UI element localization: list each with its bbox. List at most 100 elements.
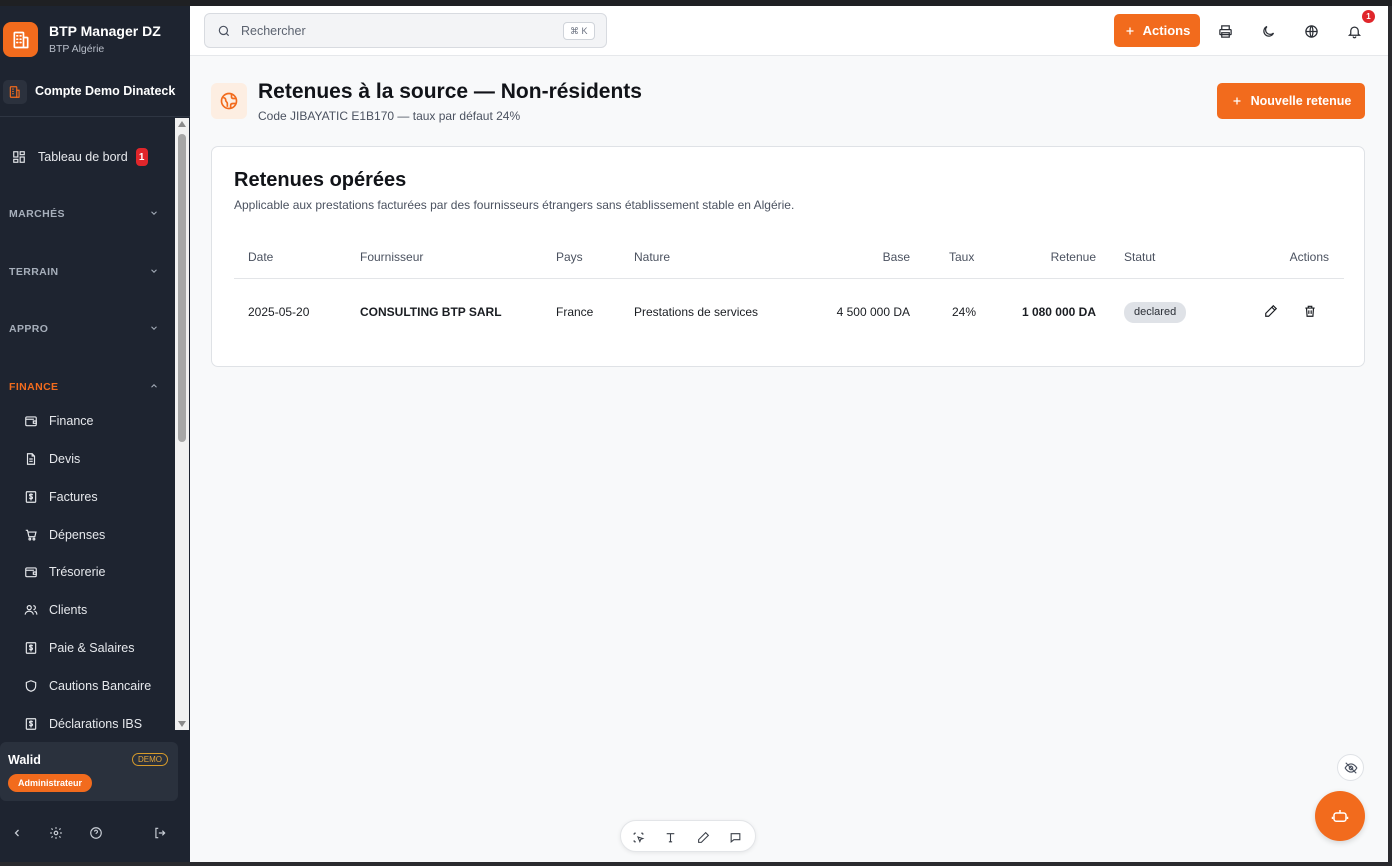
sidebar-scrollbar[interactable] — [175, 118, 189, 730]
cell-withholding: 1 080 000 DA — [1021, 305, 1096, 319]
company-name: Compte Demo Dinateck — [35, 84, 176, 98]
card-title: Retenues opérées — [234, 169, 407, 191]
bell-icon — [1347, 26, 1361, 38]
scroll-up-arrow-icon[interactable] — [178, 121, 186, 127]
column-header-date[interactable]: Date — [248, 250, 273, 264]
column-header-country[interactable]: Pays — [556, 250, 583, 264]
language-button[interactable] — [1301, 21, 1321, 41]
section-marches[interactable]: MARCHÉS — [9, 204, 159, 224]
brand-title: BTP Manager DZ — [49, 23, 161, 39]
column-header-status[interactable]: Statut — [1124, 250, 1155, 264]
chevron-down-icon — [149, 266, 159, 279]
search-input[interactable] — [241, 21, 541, 41]
actions-button[interactable]: Actions — [1114, 14, 1200, 47]
user-card[interactable]: Walid DEMO Administrateur — [0, 742, 178, 801]
notifications-button[interactable] — [1344, 21, 1364, 41]
sidebar-item-clients[interactable]: Clients — [23, 594, 175, 626]
sidebar-item-label: Paie & Salaires — [49, 641, 135, 655]
sidebar-item-label: Tableau de bord — [38, 150, 128, 164]
sidebar-item-factures[interactable]: Factures — [23, 481, 175, 513]
shortcut-hint: ⌘ K — [563, 22, 595, 40]
sidebar-item-dashboard[interactable]: Tableau de bord 1 — [11, 141, 175, 173]
delete-row-button[interactable] — [1301, 302, 1319, 320]
logout-button[interactable] — [151, 824, 169, 842]
assistant-bot-button[interactable] — [1315, 791, 1365, 841]
brand[interactable]: BTP Manager DZ BTP Algérie — [0, 16, 190, 66]
invoice-dollar-icon — [23, 640, 39, 656]
cart-icon — [23, 527, 39, 543]
cell-nature: Prestations de services — [634, 305, 759, 319]
brand-subtitle: BTP Algérie — [49, 43, 105, 55]
sidebar-item-label: Factures — [49, 490, 98, 504]
logout-icon — [155, 827, 166, 839]
column-header-rate[interactable]: Taux — [949, 250, 974, 264]
search-box[interactable]: ⌘ K — [204, 13, 607, 48]
sidebar-item-label: Dépenses — [49, 528, 106, 542]
scroll-down-arrow-icon[interactable] — [178, 721, 186, 727]
table-header-divider — [234, 278, 1344, 279]
page-title: Retenues à la source — Non-résidents — [258, 80, 642, 103]
section-appro[interactable]: APPRO — [9, 319, 159, 339]
globe-withholding-icon — [211, 83, 247, 119]
hide-overlay-button[interactable] — [1337, 754, 1364, 781]
sidebar-footer — [0, 818, 190, 848]
cell-rate: 24% — [952, 305, 977, 319]
draw-tool-button[interactable] — [695, 829, 711, 845]
settings-button[interactable] — [47, 824, 65, 842]
cell-date: 2025-05-20 — [248, 305, 310, 319]
moon-icon — [1262, 25, 1274, 37]
demo-badge: DEMO — [132, 753, 168, 766]
section-label: MARCHÉS — [9, 208, 65, 220]
new-withholding-button[interactable]: Nouvelle retenue — [1217, 83, 1365, 119]
user-name: Walid — [8, 753, 41, 767]
plus-icon — [1233, 97, 1241, 105]
section-finance[interactable]: FINANCE — [9, 377, 159, 397]
plus-icon — [1126, 27, 1134, 34]
sidebar-item-devis[interactable]: Devis — [23, 443, 175, 475]
dashboard-grid-icon — [11, 149, 27, 165]
column-header-base[interactable]: Base — [883, 250, 910, 264]
gear-icon — [50, 827, 62, 839]
column-header-nature[interactable]: Nature — [634, 250, 670, 264]
invoice-dollar-icon — [23, 716, 39, 730]
invoice-dollar-icon — [23, 489, 39, 505]
chevron-left-icon — [14, 829, 19, 837]
section-terrain[interactable]: TERRAIN — [9, 262, 159, 282]
print-button[interactable] — [1215, 21, 1235, 41]
building-logo-icon — [3, 22, 38, 57]
sidebar-item-depenses[interactable]: Dépenses — [23, 519, 175, 551]
help-button[interactable] — [87, 824, 105, 842]
sidebar-item-finance[interactable]: Finance — [23, 405, 175, 437]
sidebar-item-cautions[interactable]: Cautions Bancaire — [23, 670, 175, 702]
withholdings-card: Retenues opérées Applicable aux prestati… — [211, 146, 1365, 367]
theme-toggle-button[interactable] — [1258, 21, 1278, 41]
help-circle-icon — [90, 827, 102, 839]
bot-icon — [1331, 810, 1349, 822]
column-header-actions: Actions — [1289, 250, 1329, 264]
sidebar-item-paie[interactable]: Paie & Salaires — [23, 632, 175, 664]
comment-tool-button[interactable] — [727, 829, 743, 845]
text-tool-button[interactable] — [662, 829, 678, 845]
select-cursor-icon — [633, 832, 644, 843]
document-icon — [23, 451, 39, 467]
column-header-withholding[interactable]: Retenue — [1051, 250, 1096, 264]
column-header-supplier[interactable]: Fournisseur — [360, 250, 423, 264]
sidebar: BTP Manager DZ BTP Algérie Compte Demo D… — [0, 6, 190, 862]
section-label: APPRO — [9, 323, 49, 335]
select-tool-button[interactable] — [630, 829, 646, 845]
sidebar-item-declarations-ibs[interactable]: Déclarations IBS — [23, 708, 175, 730]
main-content: ⌘ K Actions 1 Retenues à la source — — [190, 6, 1388, 862]
edit-row-button[interactable] — [1262, 302, 1280, 320]
eye-off-icon — [1343, 761, 1358, 774]
comment-icon — [730, 832, 740, 843]
sidebar-item-label: Clients — [49, 603, 88, 617]
sidebar-item-tresorerie[interactable]: Trésorerie — [23, 556, 175, 588]
scroll-thumb[interactable] — [178, 134, 186, 442]
collapse-sidebar-button[interactable] — [8, 824, 26, 842]
company-switcher[interactable]: Compte Demo Dinateck — [0, 76, 190, 108]
sidebar-item-label: Finance — [49, 414, 94, 428]
shield-icon — [23, 678, 39, 694]
wallet-icon — [23, 413, 39, 429]
trash-icon — [1305, 305, 1315, 317]
chevron-down-icon — [149, 323, 159, 336]
